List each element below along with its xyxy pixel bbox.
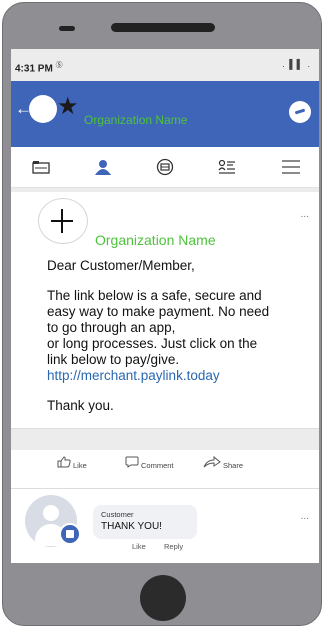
post-more-icon[interactable]: ... bbox=[301, 209, 309, 220]
marketplace-icon[interactable] bbox=[155, 157, 175, 177]
status-time: 4:31 PM Ⓢ bbox=[15, 62, 63, 75]
star-icon: ★ bbox=[57, 93, 79, 120]
share-button[interactable]: Share bbox=[203, 456, 243, 470]
news-feed-icon[interactable] bbox=[31, 157, 51, 177]
post-avatar[interactable] bbox=[38, 198, 88, 244]
like-button[interactable]: Like bbox=[57, 456, 87, 470]
post-line: to go through an app, bbox=[47, 320, 176, 335]
post-line: link below to pay/give. bbox=[47, 352, 180, 367]
share-icon bbox=[203, 456, 221, 468]
comment-more-icon[interactable]: ... bbox=[301, 511, 309, 522]
status-bar: 4:31 PM Ⓢ . ▌▌ . bbox=[11, 49, 319, 81]
status-indicators: . ▌▌ . bbox=[282, 59, 311, 69]
post-line: or long processes. Just click on the bbox=[47, 336, 258, 351]
home-button[interactable] bbox=[140, 575, 186, 621]
groups-icon[interactable] bbox=[93, 157, 113, 177]
page-avatar[interactable] bbox=[29, 95, 57, 123]
comment-item: Customer THANK YOU! Like Reply ... bbox=[11, 489, 319, 563]
phone-screen: 4:31 PM Ⓢ . ▌▌ . ← ★ Organization Name .… bbox=[11, 49, 319, 563]
comment-reply-link[interactable]: Reply bbox=[164, 542, 183, 551]
post-line: easy way to make payment. No need bbox=[47, 304, 270, 319]
like-badge-icon bbox=[59, 523, 81, 545]
camera-dot bbox=[59, 26, 75, 31]
commenter-name[interactable]: Customer bbox=[101, 510, 134, 519]
app-header: ← ★ Organization Name bbox=[11, 81, 319, 147]
post-greeting: Dear Customer/Member, bbox=[47, 258, 195, 273]
comment-button[interactable]: Comment bbox=[125, 456, 174, 470]
payment-link[interactable]: http://merchant.paylink.today bbox=[47, 368, 220, 383]
comment-icon bbox=[125, 456, 139, 468]
speaker-grille bbox=[111, 23, 215, 32]
tab-bar bbox=[11, 147, 319, 188]
post-closing: Thank you. bbox=[47, 398, 114, 413]
post-org-name[interactable]: Organization Name bbox=[95, 232, 216, 248]
header-org-name[interactable]: Organization Name bbox=[84, 113, 187, 127]
post-line: The link below is a safe, secure and bbox=[47, 288, 262, 303]
reaction-bar bbox=[11, 428, 319, 451]
notifications-icon[interactable] bbox=[217, 157, 237, 177]
messenger-icon[interactable] bbox=[289, 101, 311, 123]
comment-like-link[interactable]: Like bbox=[132, 542, 146, 551]
comment-text: THANK YOU! bbox=[101, 521, 162, 532]
phone-frame: 4:31 PM Ⓢ . ▌▌ . ← ★ Organization Name .… bbox=[2, 2, 322, 626]
comment-bubble: Customer THANK YOU! bbox=[93, 505, 197, 539]
post-actions: Like Comment Share bbox=[11, 450, 319, 489]
post-body: Dear Customer/Member, The link below is … bbox=[47, 258, 311, 414]
feed-post: ... Organization Name Dear Customer/Memb… bbox=[11, 192, 319, 428]
thumbs-up-icon bbox=[57, 456, 71, 468]
menu-icon[interactable] bbox=[281, 157, 301, 177]
